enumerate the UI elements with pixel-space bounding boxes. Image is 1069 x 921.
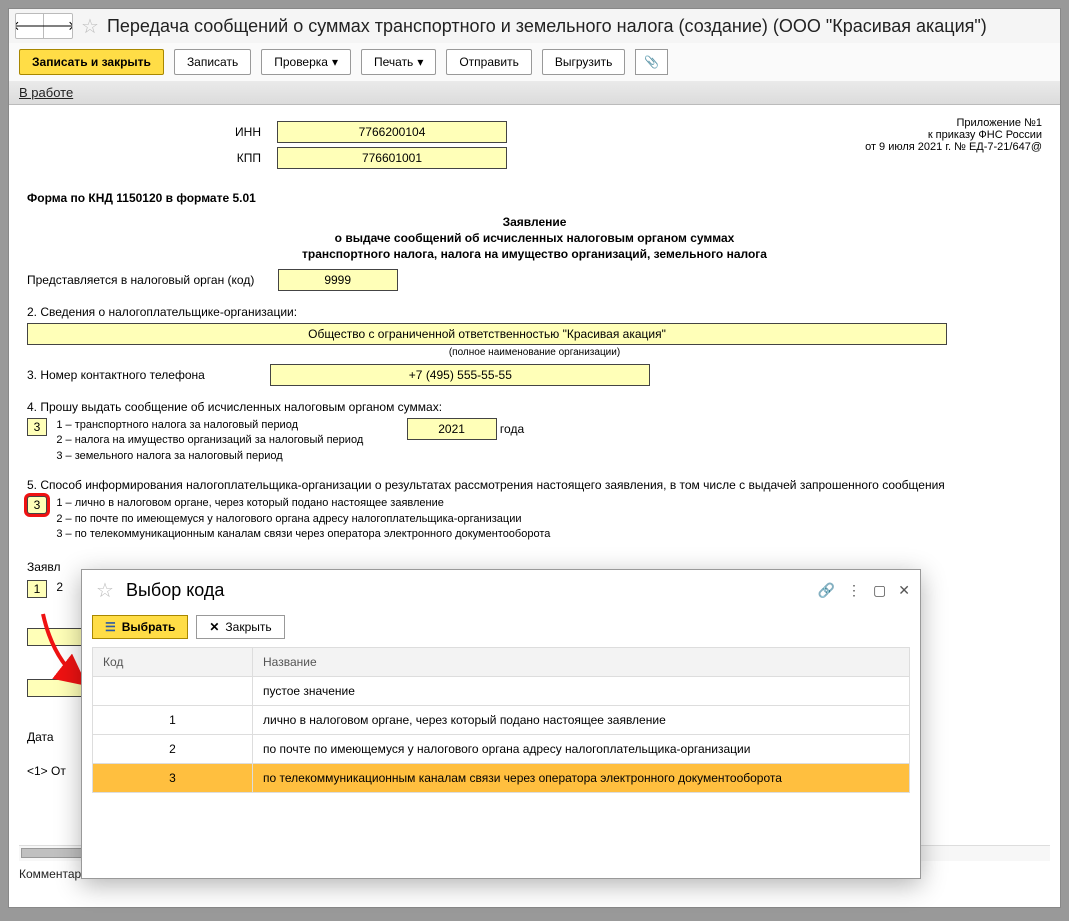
kpp-label: КПП bbox=[27, 151, 277, 165]
dialog-title: Выбор кода bbox=[126, 580, 224, 601]
phone-label: 3. Номер контактного телефона bbox=[27, 368, 247, 382]
sec4-opt-2: 2 – налога на имущество организаций за н… bbox=[56, 433, 363, 448]
authority-code-field[interactable]: 9999 bbox=[278, 269, 398, 291]
partial-value[interactable]: 1 bbox=[27, 580, 47, 598]
send-button[interactable]: Отправить bbox=[446, 49, 532, 75]
titlebar: 🡐 🡒 ☆ Передача сообщений о суммах трансп… bbox=[9, 9, 1060, 43]
th-name: Название bbox=[253, 648, 910, 677]
tab-in-work[interactable]: В работе bbox=[19, 85, 73, 100]
maximize-icon[interactable] bbox=[873, 582, 886, 599]
dialog-select-button[interactable]: Выбрать bbox=[92, 615, 188, 639]
x-icon bbox=[209, 620, 219, 634]
sec4-opt-3: 3 – земельного налога за налоговый перио… bbox=[56, 449, 363, 464]
heading-2: о выдаче сообщений об исчисленных налого… bbox=[27, 231, 1042, 245]
heading-3: транспортного налога, налога на имуществ… bbox=[27, 247, 1042, 261]
table-row[interactable]: пустое значение bbox=[93, 677, 910, 706]
toolbar: Записать и закрыть Записать Проверка▾ Пе… bbox=[9, 43, 1060, 81]
paperclip-icon bbox=[644, 55, 659, 69]
forward-button[interactable]: 🡒 bbox=[44, 14, 72, 38]
inn-field[interactable]: 7766200104 bbox=[277, 121, 507, 143]
table-row[interactable]: 1 лично в налоговом органе, через которы… bbox=[93, 706, 910, 735]
partial-yellow-1[interactable] bbox=[27, 628, 87, 646]
authority-label: Представляется в налоговый орган (код) bbox=[27, 273, 254, 287]
appendix-info: Приложение №1 к приказу ФНС России от 9 … bbox=[865, 117, 1042, 173]
check-button[interactable]: Проверка▾ bbox=[261, 49, 351, 75]
code-table: Код Название пустое значение 1 лично в н… bbox=[92, 647, 910, 793]
sec5-opt-1: 1 – лично в налоговом органе, через кото… bbox=[56, 496, 550, 511]
dialog-close-button[interactable]: Закрыть bbox=[196, 615, 284, 639]
year-suffix: года bbox=[500, 422, 524, 436]
main-window: 🡐 🡒 ☆ Передача сообщений о суммах трансп… bbox=[8, 8, 1061, 908]
export-button[interactable]: Выгрузить bbox=[542, 49, 626, 75]
save-close-button[interactable]: Записать и закрыть bbox=[19, 49, 164, 75]
org-name-hint: (полное наименование организации) bbox=[27, 347, 1042, 358]
caret-down-icon: ▾ bbox=[417, 55, 423, 69]
org-name-field[interactable]: Общество с ограниченной ответственностью… bbox=[27, 323, 947, 345]
heading-1: Заявление bbox=[27, 215, 1042, 229]
table-row[interactable]: 2 по почте по имеющемуся у налогового ор… bbox=[93, 735, 910, 764]
attach-button[interactable] bbox=[635, 49, 668, 75]
inn-label: ИНН bbox=[27, 125, 277, 139]
print-button[interactable]: Печать▾ bbox=[361, 49, 436, 75]
dialog-close-icon[interactable] bbox=[898, 582, 910, 599]
dialog-star-icon[interactable]: ☆ bbox=[96, 578, 114, 603]
section-5-label: 5. Способ информирования налогоплательщи… bbox=[27, 478, 957, 492]
partial-yellow-2[interactable] bbox=[27, 679, 87, 697]
phone-field[interactable]: +7 (495) 555-55-55 bbox=[270, 364, 650, 386]
window-title: Передача сообщений о суммах транспортног… bbox=[107, 16, 987, 37]
sec5-opt-2: 2 – по почте по имеющемуся у налогового … bbox=[56, 512, 550, 527]
code-select-dialog: ☆ Выбор кода Выбрать Закрыть Код bbox=[81, 569, 921, 879]
form-code: Форма по КНД 1150120 в формате 5.01 bbox=[27, 191, 1042, 205]
kpp-field[interactable]: 776601001 bbox=[277, 147, 507, 169]
nav-group: 🡐 🡒 bbox=[15, 13, 73, 39]
favorite-star-icon[interactable]: ☆ bbox=[81, 14, 99, 39]
sec4-opt-1: 1 – транспортного налога за налоговый пе… bbox=[56, 418, 363, 433]
tabbar: В работе bbox=[9, 81, 1060, 105]
th-code: Код bbox=[93, 648, 253, 677]
more-icon[interactable] bbox=[847, 582, 861, 599]
section-4-value[interactable]: 3 bbox=[27, 418, 47, 436]
caret-down-icon: ▾ bbox=[332, 55, 338, 69]
section-5-value[interactable]: 3 bbox=[27, 496, 47, 514]
save-button[interactable]: Записать bbox=[174, 49, 251, 75]
section-4-label: 4. Прошу выдать сообщение об исчисленных… bbox=[27, 400, 1042, 414]
table-row-selected[interactable]: 3 по телекоммуникационным каналам связи … bbox=[93, 764, 910, 793]
year-field[interactable]: 2021 bbox=[407, 418, 497, 440]
link-icon[interactable] bbox=[818, 582, 835, 599]
section-2-label: 2. Сведения о налогоплательщике-организа… bbox=[27, 305, 1042, 319]
select-list-icon bbox=[105, 620, 116, 634]
sec5-opt-3: 3 – по телекоммуникационным каналам связ… bbox=[56, 527, 550, 542]
